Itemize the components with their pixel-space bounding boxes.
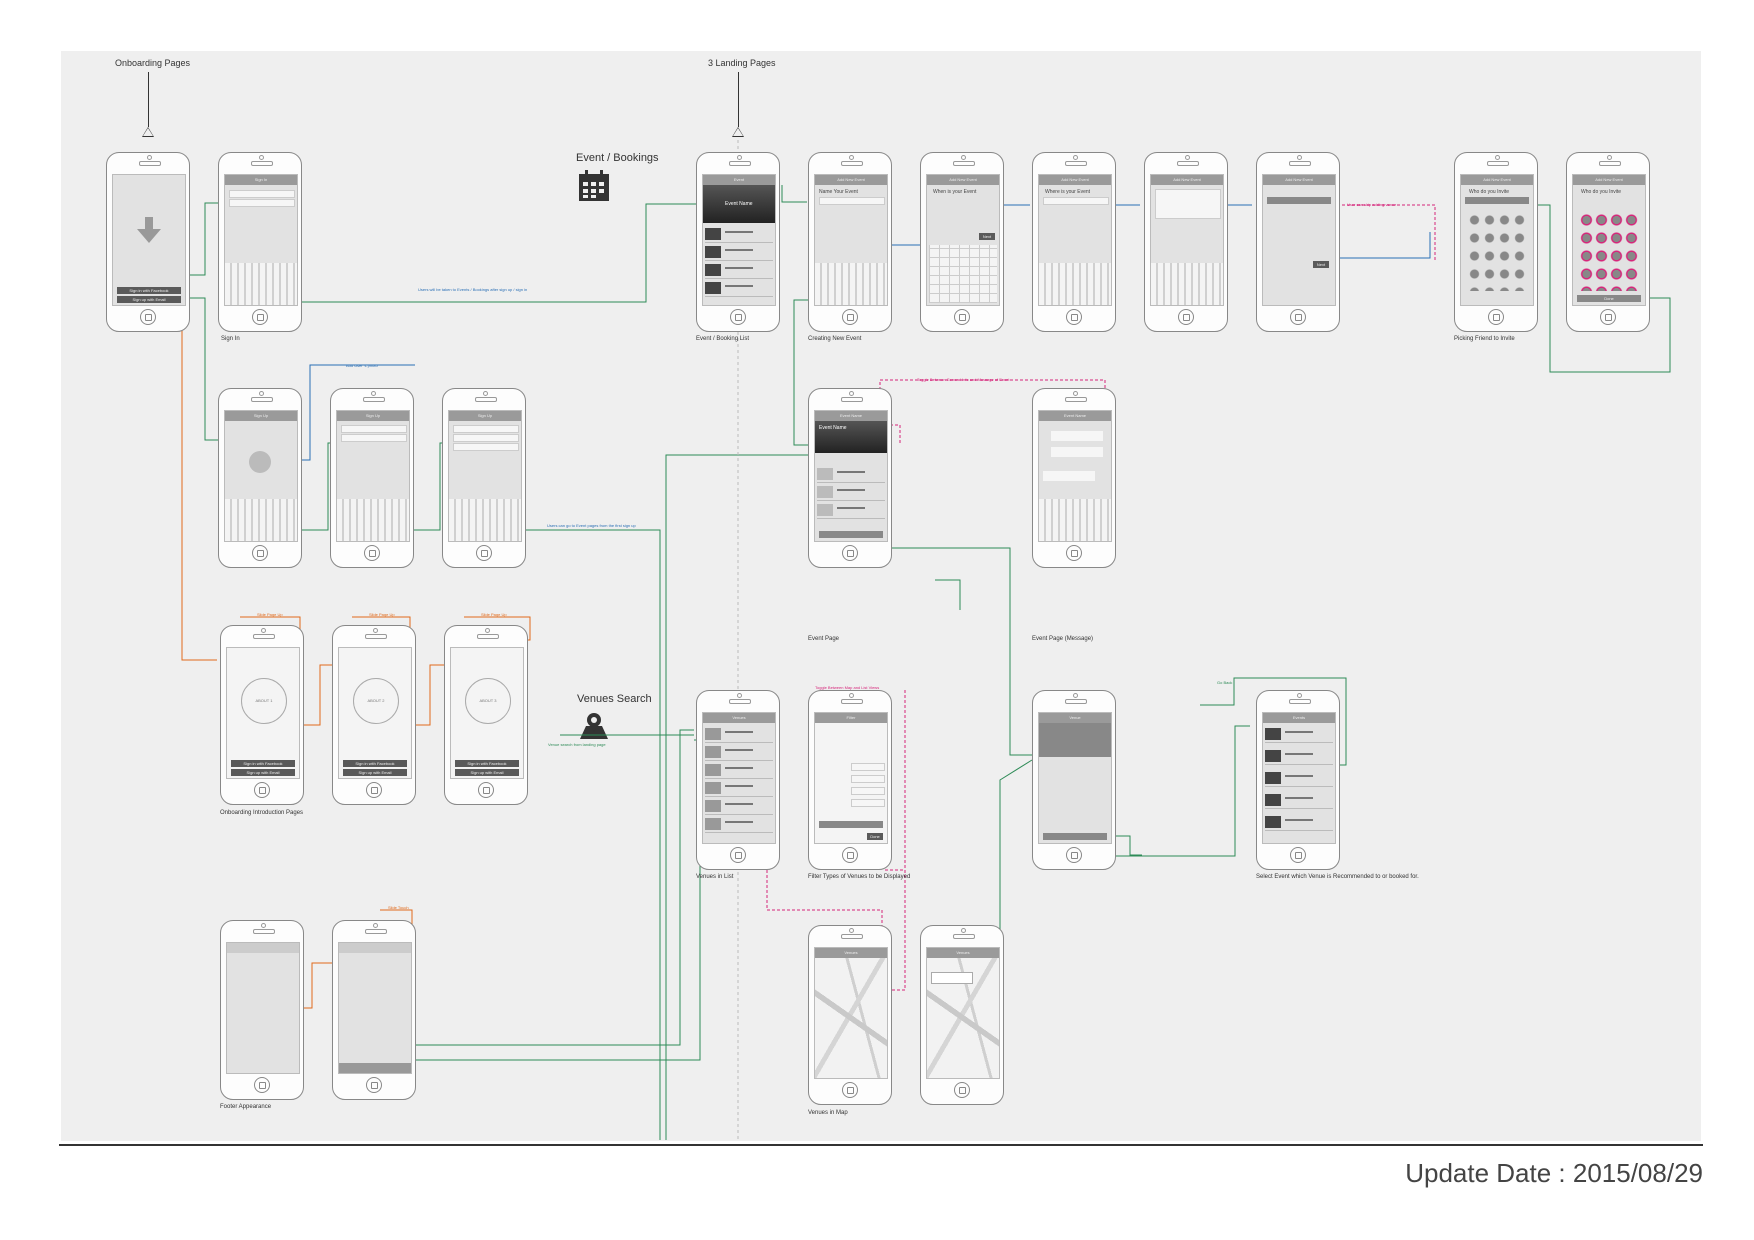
who-invite-label-2: Who do you Invite bbox=[1581, 189, 1622, 195]
note-add-user: Add User' s photo bbox=[346, 363, 378, 368]
friend-grid-selected[interactable] bbox=[1579, 211, 1639, 291]
filter-done-button[interactable]: Done bbox=[867, 833, 883, 840]
sign-up-email-button-3[interactable]: Sign up with Email bbox=[343, 769, 407, 776]
note-candidate-venue: User can skip adding venue bbox=[1347, 202, 1397, 207]
when-label: When is your Event bbox=[933, 189, 977, 195]
event-page-title: Event Name bbox=[819, 425, 847, 431]
caption-filter-types: Filter Types of Venues to be Displayed bbox=[808, 874, 911, 880]
caption-event-page-message: Event Page (Message) bbox=[1032, 636, 1094, 642]
phone-footer-1[interactable] bbox=[220, 920, 304, 1100]
sign-up-email-button-4[interactable]: Sign up with Email bbox=[455, 769, 519, 776]
sign-in-facebook-button-2[interactable]: Sign in with Facebook bbox=[231, 760, 295, 767]
sign-in-facebook-button-4[interactable]: Sign in with Facebook bbox=[455, 760, 519, 767]
where-label: Where is your Event bbox=[1045, 189, 1091, 195]
note-venue-search: Venue search from landing page bbox=[548, 742, 606, 747]
password-field[interactable] bbox=[229, 199, 295, 207]
section-label-venues: Venues Search bbox=[577, 693, 652, 705]
phone-event-booking-list[interactable]: Event Event Name bbox=[696, 152, 780, 332]
caption-venues-in-list: Venues in List bbox=[696, 874, 734, 880]
phone-create-event-where[interactable]: Add New Event Where is your Event bbox=[1032, 152, 1116, 332]
event-name-field[interactable] bbox=[819, 197, 885, 205]
phone-event-message[interactable]: Event Name bbox=[1032, 388, 1116, 568]
phone-create-event-about[interactable]: Add New Event bbox=[1144, 152, 1228, 332]
note-toggle-general-message: Toggle Between General Info and Message … bbox=[917, 377, 1010, 382]
phone-about-2[interactable]: ABOUT 2 Sign in with Facebook Sign up wi… bbox=[332, 625, 416, 805]
phone-venues-map[interactable]: Venues bbox=[808, 925, 892, 1105]
advanced-filter-button[interactable] bbox=[819, 821, 883, 828]
landing-marker bbox=[732, 72, 744, 137]
about-1-circle: ABOUT 1 bbox=[241, 678, 287, 724]
phone-about-3[interactable]: ABOUT 3 Sign in with Facebook Sign up wi… bbox=[444, 625, 528, 805]
caption-event-page: Event Page bbox=[808, 636, 840, 642]
map-pin-icon bbox=[580, 713, 608, 739]
next-button[interactable]: Next bbox=[979, 233, 995, 240]
done-button[interactable]: Done bbox=[1577, 295, 1641, 302]
baseline-rule bbox=[59, 1144, 1703, 1146]
keyboard[interactable] bbox=[225, 263, 297, 305]
phone-sign-in[interactable]: Sign In bbox=[218, 152, 302, 332]
update-date: Update Date : 2015/08/29 bbox=[1405, 1158, 1703, 1188]
phone-filter-venues[interactable]: Filter Done bbox=[808, 690, 892, 870]
phone-candidate-venue[interactable]: Add New Event Next bbox=[1256, 152, 1340, 332]
recommend-button[interactable] bbox=[1043, 833, 1107, 840]
note-go-to-events: Users will be taken to Events / Bookings… bbox=[418, 287, 528, 292]
phone-event-page[interactable]: Event Name Event Name bbox=[808, 388, 892, 568]
about-3-circle: ABOUT 3 bbox=[465, 678, 511, 724]
sign-in-facebook-button[interactable]: Sign in with Facebook bbox=[117, 287, 181, 294]
email-field[interactable] bbox=[229, 190, 295, 198]
note-slide-page-up-2: Slide Page Up bbox=[369, 612, 395, 617]
phone-create-event-name[interactable]: Add New Event Name Your Event bbox=[808, 152, 892, 332]
note-slide-touch: Slide Touch bbox=[388, 905, 409, 910]
sign-in-facebook-button-3[interactable]: Sign in with Facebook bbox=[343, 760, 407, 767]
calendar-grid[interactable] bbox=[929, 245, 997, 303]
phone-venue-detail[interactable]: Venue bbox=[1032, 690, 1116, 870]
phone-create-event-when[interactable]: Add New Event When is your Event Next bbox=[920, 152, 1004, 332]
sign-up-email-button-2[interactable]: Sign up with Email bbox=[231, 769, 295, 776]
section-label-events: Event / Bookings bbox=[576, 152, 659, 164]
calendar-icon bbox=[579, 170, 609, 201]
footer-bar[interactable] bbox=[339, 1063, 411, 1073]
phone-about-1[interactable]: ABOUT 1 Sign in with Facebook Sign up wi… bbox=[220, 625, 304, 805]
note-slide-page-up-1: Slide Page Up bbox=[257, 612, 283, 617]
about-2-circle: ABOUT 2 bbox=[353, 678, 399, 724]
caption-onboarding-intro: Onboarding Introduction Pages bbox=[220, 810, 304, 816]
avatar[interactable] bbox=[249, 451, 271, 473]
phone-sign-up-photo[interactable]: Sign Up bbox=[218, 388, 302, 568]
note-skip-to-events: Users can go to Event pages from the fir… bbox=[547, 523, 636, 528]
phone-venues-map-pin[interactable]: Venues bbox=[920, 925, 1004, 1105]
add-venue-button[interactable] bbox=[1267, 197, 1331, 204]
phone-onboarding-landing[interactable]: Sign in with Facebook Sign up with Email bbox=[106, 152, 190, 332]
caption-select-event: Select Event which Venue is Recommended … bbox=[1256, 874, 1419, 880]
skip-button[interactable]: Next bbox=[1313, 261, 1329, 268]
name-your-event-label: Name Your Event bbox=[819, 189, 858, 195]
caption-picking-friend: Picking Friend to Invite bbox=[1454, 336, 1515, 342]
friend-grid[interactable] bbox=[1467, 211, 1527, 291]
phone-friends-selected[interactable]: Add New Event Who do you Invite Done bbox=[1566, 152, 1650, 332]
onboarding-marker bbox=[142, 72, 154, 137]
phone-venues-list[interactable]: Venues bbox=[696, 690, 780, 870]
phone-sign-up-confirm[interactable]: Sign Up bbox=[442, 388, 526, 568]
caption-venues-in-map: Venues in Map bbox=[808, 1110, 848, 1116]
section-label-onboarding: Onboarding Pages bbox=[115, 58, 191, 68]
venue-map[interactable] bbox=[815, 958, 887, 1078]
note-slide-page-up-3: Slide Page Up bbox=[481, 612, 507, 617]
caption-footer-appearance: Footer Appearance bbox=[220, 1104, 272, 1110]
venue-popup[interactable] bbox=[931, 972, 973, 984]
phone-select-event[interactable]: Events bbox=[1256, 690, 1340, 870]
description-field[interactable] bbox=[1155, 189, 1221, 219]
phone-footer-2[interactable] bbox=[332, 920, 416, 1100]
sign-up-email-button[interactable]: Sign up with Email bbox=[117, 296, 181, 303]
event-name-hero: Event Name bbox=[725, 201, 753, 207]
caption-creating-new-event: Creating New Event bbox=[808, 336, 862, 342]
add-venue-button-2[interactable] bbox=[819, 531, 883, 538]
location-field[interactable] bbox=[1043, 197, 1109, 205]
arrow-down-icon bbox=[137, 217, 161, 243]
note-go-back: Go Back bbox=[1217, 680, 1233, 685]
phone-sign-up-info[interactable]: Sign Up bbox=[330, 388, 414, 568]
phone-pick-friends[interactable]: Add New Event Who do you Invite bbox=[1454, 152, 1538, 332]
section-label-landing: 3 Landing Pages bbox=[708, 58, 776, 68]
caption-event-booking-list: Event / Booking List bbox=[696, 336, 750, 342]
caption-sign-in: Sign In bbox=[221, 336, 240, 342]
who-invite-label: Who do you Invite bbox=[1469, 189, 1510, 195]
